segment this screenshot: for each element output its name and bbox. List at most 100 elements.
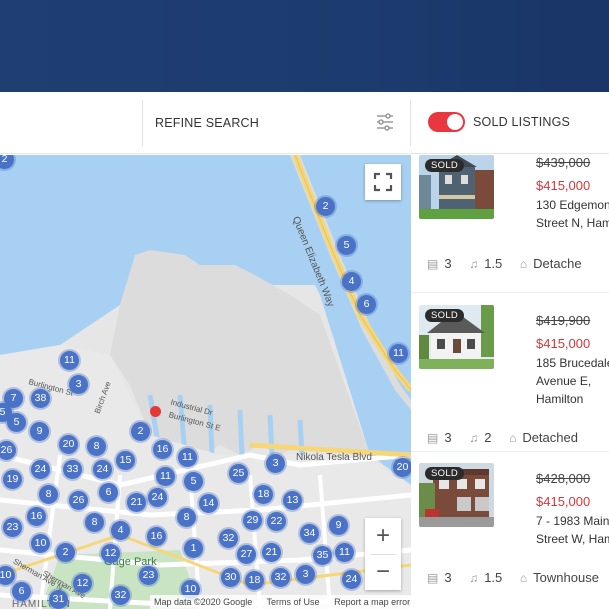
map-cluster-marker[interactable]: 19: [3, 470, 22, 489]
map-cluster-marker[interactable]: 11: [178, 448, 197, 467]
listing-address-line[interactable]: 7 - 1983 Main: [536, 512, 609, 530]
beds-count: 3: [444, 256, 452, 272]
map-cluster-marker[interactable]: 24: [31, 460, 50, 479]
map-cluster-marker[interactable]: 33: [63, 460, 82, 479]
map-cluster-marker[interactable]: 9: [329, 516, 348, 535]
map-cluster-marker[interactable]: 16: [153, 440, 172, 459]
map-cluster-marker[interactable]: 24: [93, 460, 112, 479]
listing-address-line[interactable]: Street W, Ham: [536, 530, 609, 548]
map-cluster-marker[interactable]: 12: [101, 544, 120, 563]
sold-badge: SOLD: [425, 309, 465, 322]
listing-card[interactable]: SOLD $428,000 $415,000 7 - 1983 Main Str…: [411, 463, 609, 609]
map-cluster-marker[interactable]: 23: [139, 566, 158, 585]
map-data-credit: Map data ©2020 Google: [154, 597, 253, 607]
map-cluster-marker[interactable]: 26: [69, 491, 88, 510]
map-cluster-marker[interactable]: 21: [127, 493, 146, 512]
map-cluster-marker[interactable]: 31: [49, 590, 68, 609]
map-cluster-marker[interactable]: 18: [245, 571, 264, 590]
map-cluster-marker[interactable]: 8: [177, 508, 196, 527]
map-cluster-marker[interactable]: 2: [316, 197, 335, 216]
toolbar-divider: [410, 100, 411, 146]
map-pin-icon[interactable]: [150, 406, 161, 417]
map-cluster-marker[interactable]: 11: [389, 344, 408, 363]
map-cluster-marker[interactable]: 18: [254, 485, 273, 504]
map-cluster-marker[interactable]: 11: [156, 467, 175, 486]
map-cluster-marker[interactable]: 38: [31, 389, 50, 408]
map-cluster-marker[interactable]: 25: [229, 464, 248, 483]
map-cluster-marker[interactable]: 7: [4, 389, 23, 408]
map-cluster-marker[interactable]: 24: [148, 488, 167, 507]
listing-address-line[interactable]: 185 Brucedale: [536, 354, 609, 372]
sold-listings-label[interactable]: SOLD LISTINGS: [473, 115, 570, 129]
map-cluster-marker[interactable]: 2: [56, 543, 75, 562]
map-cluster-marker[interactable]: 15: [116, 451, 135, 470]
map-cluster-marker[interactable]: 13: [283, 491, 302, 510]
listing-photo[interactable]: SOLD: [419, 463, 494, 527]
listing-photo[interactable]: SOLD: [419, 155, 494, 219]
sold-listings-toggle[interactable]: [428, 112, 465, 132]
report-map-error-link[interactable]: Report a map error: [334, 597, 410, 607]
listing-card[interactable]: SOLD $439,000 $415,000 130 Edgemont Stre…: [411, 155, 609, 295]
map-cluster-marker[interactable]: 8: [87, 437, 106, 456]
baths-count: 2: [484, 430, 492, 446]
fullscreen-icon: [373, 172, 393, 192]
map-cluster-marker[interactable]: 9: [30, 422, 49, 441]
map-cluster-marker[interactable]: 23: [3, 518, 22, 537]
original-price: $428,000: [536, 471, 591, 486]
listing-stats: ▤ 3 ♫ 1.5 ⌂ Townhouse: [427, 569, 609, 587]
map-cluster-marker[interactable]: 11: [60, 351, 79, 370]
refine-search-label[interactable]: REFINE SEARCH: [155, 116, 259, 130]
map-cluster-marker[interactable]: 4: [342, 272, 361, 291]
map-cluster-marker[interactable]: 16: [147, 527, 166, 546]
zoom-out-button[interactable]: −: [365, 554, 401, 590]
listing-card[interactable]: SOLD $419,900 $415,000 185 Brucedale Ave…: [411, 305, 609, 455]
map-cluster-marker[interactable]: 30: [221, 568, 240, 587]
map-cluster-marker[interactable]: 27: [237, 545, 256, 564]
map-cluster-marker[interactable]: 20: [59, 435, 78, 454]
terms-of-use-link[interactable]: Terms of Use: [267, 597, 320, 607]
map-cluster-marker[interactable]: 6: [99, 483, 118, 502]
sliders-icon[interactable]: [375, 112, 395, 132]
map-cluster-marker[interactable]: 32: [271, 568, 290, 587]
map-cluster-marker[interactable]: 4: [111, 521, 130, 540]
map-cluster-marker[interactable]: 8: [39, 485, 58, 504]
map-cluster-marker[interactable]: 35: [313, 546, 332, 565]
map-cluster-marker[interactable]: 29: [243, 511, 262, 530]
map-cluster-marker[interactable]: 16: [27, 507, 46, 526]
map-cluster-marker[interactable]: 5: [184, 472, 203, 491]
listing-address-line[interactable]: 130 Edgemont: [536, 196, 609, 214]
zoom-in-button[interactable]: +: [365, 518, 401, 554]
sold-price: $415,000: [536, 494, 591, 509]
map-cluster-marker[interactable]: 5: [7, 413, 26, 432]
map-cluster-marker[interactable]: 21: [262, 543, 281, 562]
map-cluster-marker[interactable]: 2: [131, 422, 150, 441]
map-cluster-marker[interactable]: 3: [296, 565, 315, 584]
map-cluster-marker[interactable]: 22: [267, 512, 286, 531]
map-view[interactable]: Queen Elizabeth Way Burlington St Indust…: [0, 155, 411, 609]
map-cluster-marker[interactable]: 34: [300, 524, 319, 543]
map-cluster-marker[interactable]: 14: [199, 494, 218, 513]
map-cluster-marker[interactable]: 3: [266, 454, 285, 473]
map-cluster-marker[interactable]: 11: [335, 543, 354, 562]
listing-photo[interactable]: SOLD: [419, 305, 494, 369]
map-cluster-marker[interactable]: 12: [73, 574, 92, 593]
listing-address-line[interactable]: Hamilton: [536, 390, 583, 408]
map-cluster-marker[interactable]: 32: [219, 529, 238, 548]
road-label: Nikola Tesla Blvd: [296, 452, 372, 463]
baths-count: 1.5: [484, 570, 503, 586]
map-base: [0, 155, 411, 609]
listing-address-line[interactable]: Street N, Ham: [536, 214, 609, 232]
map-cluster-marker[interactable]: 8: [85, 513, 104, 532]
map-cluster-marker[interactable]: 6: [12, 582, 31, 601]
map-cluster-marker[interactable]: 1: [184, 539, 203, 558]
map-cluster-marker[interactable]: 32: [111, 586, 130, 605]
map-cluster-marker[interactable]: 6: [357, 295, 376, 314]
map-cluster-marker[interactable]: 20: [393, 458, 411, 477]
map-cluster-marker[interactable]: 3: [69, 375, 88, 394]
listing-address-line[interactable]: Avenue E,: [536, 372, 591, 390]
map-cluster-marker[interactable]: 24: [342, 570, 361, 589]
fullscreen-button[interactable]: [365, 164, 401, 200]
map-cluster-marker[interactable]: 5: [337, 236, 356, 255]
map-cluster-marker[interactable]: 10: [31, 534, 50, 553]
baths-count: 1.5: [484, 256, 503, 272]
